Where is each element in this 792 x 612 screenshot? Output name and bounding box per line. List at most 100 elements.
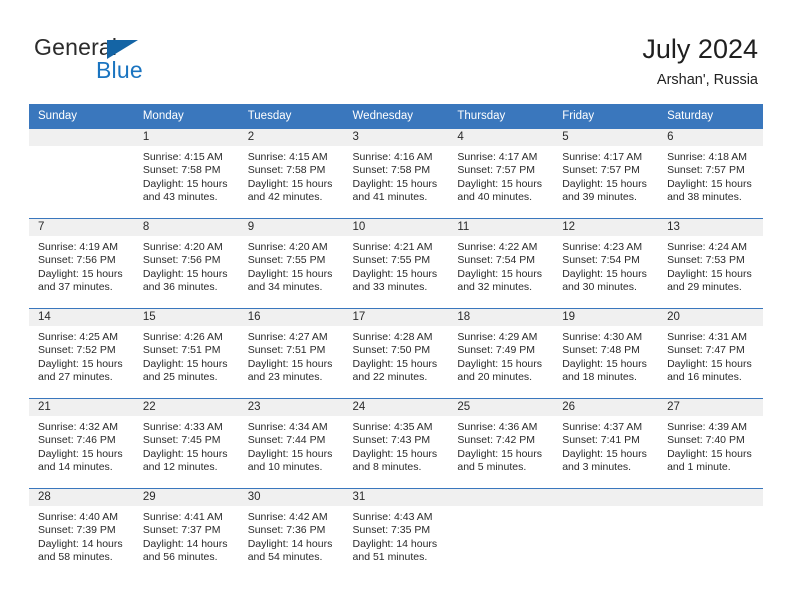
daylight-text-line1: Daylight: 15 hours <box>457 267 543 280</box>
calendar-day-cell[interactable]: 3 Sunrise: 4:16 AM Sunset: 7:58 PM Daylight… <box>343 128 449 219</box>
calendar-cell-empty <box>553 488 659 578</box>
sunset-text: Sunset: 7:46 PM <box>38 434 116 447</box>
calendar-day-cell[interactable]: 6 Sunrise: 4:18 AM Sunset: 7:57 PM Daylight… <box>658 128 763 219</box>
sunrise-text: Sunrise: 4:37 AM <box>562 421 643 433</box>
sunrise-text: Sunrise: 4:20 AM <box>247 241 328 253</box>
sunset-text: Sunset: 7:35 PM <box>352 524 431 537</box>
calendar-day-cell[interactable]: 31 Sunrise: 4:43 AM Sunset: 7:35 PM Dayligh… <box>343 488 449 578</box>
day-number: 27 <box>658 399 763 416</box>
calendar-day-cell[interactable]: 13 Sunrise: 4:24 AM Sunset: 7:53 PM Dayligh… <box>658 218 763 309</box>
calendar-day-cell[interactable]: 2 Sunrise: 4:15 AM Sunset: 7:58 PM Daylight… <box>238 128 344 219</box>
day-details: Sunrise: 4:18 AM Sunset: 7:57 PM Daylight:… <box>658 146 763 205</box>
day-number: 9 <box>238 219 344 236</box>
daylight-text-line1: Daylight: 15 hours <box>562 267 647 280</box>
day-number: 22 <box>133 399 239 416</box>
daylight-text-line2: and 56 minutes. <box>142 551 218 564</box>
calendar-day-cell[interactable]: 7 Sunrise: 4:19 AM Sunset: 7:56 PM Daylight… <box>29 218 134 309</box>
calendar-day-cell[interactable]: 15 Sunrise: 4:26 AM Sunset: 7:51 PM Dayligh… <box>133 308 239 399</box>
daylight-text-line2: and 5 minutes. <box>457 461 527 474</box>
calendar-cell-empty <box>448 488 554 578</box>
sunset-text: Sunset: 7:57 PM <box>562 164 640 177</box>
calendar-day-cell[interactable]: 29 Sunrise: 4:41 AM Sunset: 7:37 PM Dayligh… <box>133 488 239 578</box>
calendar-day-cell[interactable]: 17 Sunrise: 4:28 AM Sunset: 7:50 PM Dayligh… <box>343 308 449 399</box>
calendar-day-cell[interactable]: 22 Sunrise: 4:33 AM Sunset: 7:45 PM Dayligh… <box>133 398 239 489</box>
daylight-text-line1: Daylight: 15 hours <box>142 177 228 190</box>
calendar-header-row: Sunday Monday Tuesday Wednesday Thursday Frid… <box>29 104 763 129</box>
weekday-header-thursday: Thursday <box>448 104 554 129</box>
day-number: 14 <box>29 309 134 326</box>
calendar-day-cell[interactable]: 30 Sunrise: 4:42 AM Sunset: 7:36 PM Dayligh… <box>238 488 344 578</box>
day-number <box>553 489 659 506</box>
calendar-day-cell[interactable]: 18 Sunrise: 4:29 AM Sunset: 7:49 PM Dayligh… <box>448 308 554 399</box>
calendar-day-cell[interactable]: 26 Sunrise: 4:37 AM Sunset: 7:41 PM Dayligh… <box>553 398 659 489</box>
calendar-day-cell[interactable]: 8 Sunrise: 4:20 AM Sunset: 7:56 PM Daylight… <box>133 218 239 309</box>
sunset-text: Sunset: 7:44 PM <box>247 434 326 447</box>
calendar-day-cell[interactable]: 19 Sunrise: 4:30 AM Sunset: 7:48 PM Dayligh… <box>553 308 659 399</box>
calendar-day-cell[interactable]: 25 Sunrise: 4:36 AM Sunset: 7:42 PM Dayligh… <box>448 398 554 489</box>
calendar-day-cell[interactable]: 21 Sunrise: 4:32 AM Sunset: 7:46 PM Dayligh… <box>29 398 134 489</box>
daylight-text-line1: Daylight: 15 hours <box>352 267 438 280</box>
daylight-text-line1: Daylight: 15 hours <box>667 357 752 370</box>
sunset-text: Sunset: 7:51 PM <box>142 344 221 357</box>
calendar-day-cell[interactable]: 27 Sunrise: 4:39 AM Sunset: 7:40 PM Dayligh… <box>658 398 763 489</box>
day-number: 10 <box>343 219 449 236</box>
day-details: Sunrise: 4:15 AM Sunset: 7:58 PM Daylight:… <box>134 146 239 205</box>
day-details: Sunrise: 4:28 AM Sunset: 7:50 PM Daylight:… <box>344 326 449 385</box>
sunrise-text: Sunrise: 4:15 AM <box>142 151 223 163</box>
day-details: Sunrise: 4:23 AM Sunset: 7:54 PM Daylight:… <box>553 236 658 295</box>
day-details: Sunrise: 4:17 AM Sunset: 7:57 PM Daylight:… <box>553 146 658 205</box>
sunrise-text: Sunrise: 4:17 AM <box>457 151 538 163</box>
day-number: 26 <box>553 399 659 416</box>
day-number: 28 <box>29 489 134 506</box>
weekday-header-sunday: Sunday <box>29 104 134 129</box>
daylight-text-line1: Daylight: 15 hours <box>457 447 543 460</box>
daylight-text-line2: and 23 minutes. <box>247 371 323 384</box>
sunrise-text: Sunrise: 4:30 AM <box>562 331 643 343</box>
day-details: Sunrise: 4:20 AM Sunset: 7:56 PM Daylight:… <box>134 236 239 295</box>
calendar-day-cell[interactable]: 4 Sunrise: 4:17 AM Sunset: 7:57 PM Daylight… <box>448 128 554 219</box>
calendar-day-cell[interactable]: 24 Sunrise: 4:35 AM Sunset: 7:43 PM Dayligh… <box>343 398 449 489</box>
daylight-text-line1: Daylight: 15 hours <box>457 177 543 190</box>
sunset-text: Sunset: 7:57 PM <box>667 164 745 177</box>
calendar-day-cell[interactable]: 12 Sunrise: 4:23 AM Sunset: 7:54 PM Dayligh… <box>553 218 659 309</box>
sunset-text: Sunset: 7:50 PM <box>352 344 431 357</box>
sunrise-text: Sunrise: 4:23 AM <box>562 241 643 253</box>
sunset-text: Sunset: 7:51 PM <box>247 344 326 357</box>
calendar-day-cell[interactable]: 16 Sunrise: 4:27 AM Sunset: 7:51 PM Dayligh… <box>238 308 344 399</box>
sunset-text: Sunset: 7:58 PM <box>352 164 431 177</box>
day-details <box>29 146 134 151</box>
calendar-day-cell[interactable]: 11 Sunrise: 4:22 AM Sunset: 7:54 PM Dayligh… <box>448 218 554 309</box>
calendar-day-cell[interactable]: 14 Sunrise: 4:25 AM Sunset: 7:52 PM Dayligh… <box>29 308 134 399</box>
daylight-text-line1: Daylight: 15 hours <box>38 357 123 370</box>
title-block: July 2024 Arshan', Russia <box>642 32 758 91</box>
daylight-text-line1: Daylight: 15 hours <box>667 447 752 460</box>
calendar-day-cell[interactable]: 20 Sunrise: 4:31 AM Sunset: 7:47 PM Dayligh… <box>658 308 763 399</box>
day-details: Sunrise: 4:25 AM Sunset: 7:52 PM Daylight:… <box>29 326 134 385</box>
sunset-text: Sunset: 7:48 PM <box>562 344 640 357</box>
day-number: 20 <box>658 309 763 326</box>
daylight-text-line1: Daylight: 15 hours <box>247 447 333 460</box>
day-number: 15 <box>133 309 239 326</box>
sunrise-text: Sunrise: 4:20 AM <box>142 241 223 253</box>
sunrise-text: Sunrise: 4:26 AM <box>142 331 223 343</box>
weekday-header-monday: Monday <box>133 104 239 129</box>
day-number: 13 <box>658 219 763 236</box>
day-number: 12 <box>553 219 659 236</box>
general-blue-logo[interactable]: General Blue <box>34 34 264 90</box>
calendar-day-cell[interactable]: 10 Sunrise: 4:21 AM Sunset: 7:55 PM Dayligh… <box>343 218 449 309</box>
calendar-day-cell[interactable]: 23 Sunrise: 4:34 AM Sunset: 7:44 PM Dayligh… <box>238 398 344 489</box>
calendar-day-cell[interactable]: 1 Sunrise: 4:15 AM Sunset: 7:58 PM Daylight… <box>133 128 239 219</box>
daylight-text-line1: Daylight: 15 hours <box>38 267 123 280</box>
daylight-text-line1: Daylight: 14 hours <box>38 537 123 550</box>
sunset-text: Sunset: 7:39 PM <box>38 524 116 537</box>
calendar-day-cell[interactable]: 28 Sunrise: 4:40 AM Sunset: 7:39 PM Dayligh… <box>29 488 134 578</box>
sunset-text: Sunset: 7:53 PM <box>667 254 745 267</box>
calendar-day-cell[interactable]: 9 Sunrise: 4:20 AM Sunset: 7:55 PM Daylight… <box>238 218 344 309</box>
day-number: 3 <box>343 129 449 146</box>
daylight-text-line2: and 16 minutes. <box>667 371 742 384</box>
day-details: Sunrise: 4:29 AM Sunset: 7:49 PM Daylight:… <box>448 326 553 385</box>
calendar-week-row: 1 Sunrise: 4:15 AM Sunset: 7:58 PM Daylight… <box>29 128 763 219</box>
calendar-day-cell[interactable]: 5 Sunrise: 4:17 AM Sunset: 7:57 PM Daylight… <box>553 128 659 219</box>
daylight-text-line2: and 33 minutes. <box>352 281 428 294</box>
day-details <box>658 506 763 511</box>
